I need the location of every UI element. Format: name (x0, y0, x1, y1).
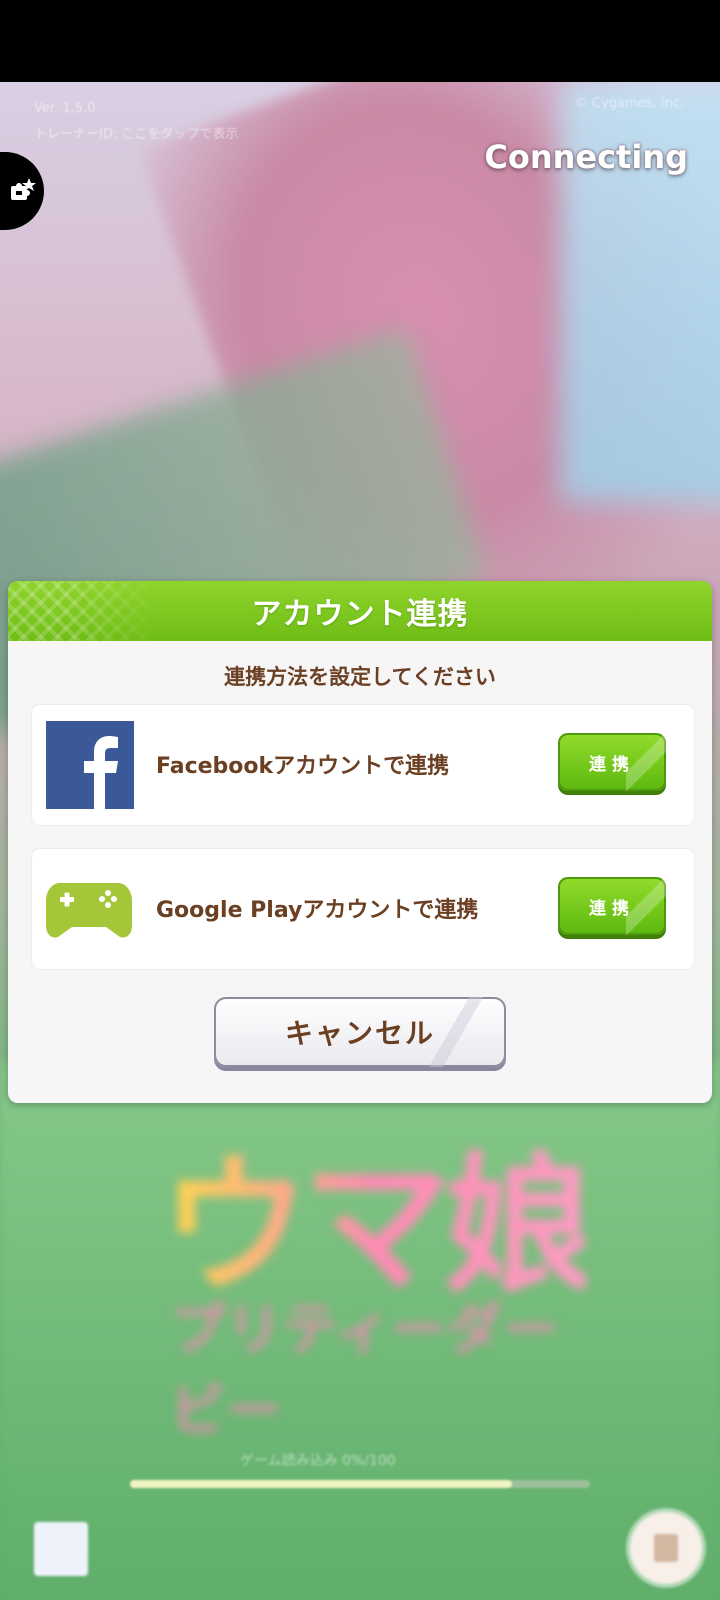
facebook-link-label: Facebookアカウントで連携 (156, 754, 450, 779)
menu-button[interactable] (630, 1512, 702, 1584)
dialog-subtitle: 連携方法を設定してください (224, 665, 496, 689)
account-link-dialog: アカウント連携 連携方法を設定してください Facebookアカウントで連携 連… (8, 581, 712, 1103)
facebook-link-option: Facebookアカウントで連携 連携 (32, 705, 694, 825)
connection-status: Connecting (484, 138, 688, 176)
cancel-button[interactable]: キャンセル (214, 997, 506, 1067)
corner-logo-icon[interactable] (34, 1522, 88, 1576)
facebook-link-button[interactable]: 連携 (558, 733, 666, 791)
copyright-text: © Cygames, Inc. (574, 96, 684, 111)
status-bar (0, 0, 720, 82)
trainer-id-hint[interactable]: トレーナーID: ここをタップで表示 (34, 122, 238, 148)
google-play-link-button[interactable]: 連携 (558, 877, 666, 935)
google-play-link-label: Google Playアカウントで連携 (156, 898, 479, 923)
dialog-title: アカウント連携 (251, 597, 469, 632)
logo-sub-text: プリティーダービー (170, 1298, 559, 1444)
loading-progress-bar (130, 1480, 590, 1488)
google-play-link-option: Google Playアカウントで連携 連携 (32, 849, 694, 969)
puzzle-star-icon (11, 178, 36, 200)
loading-label: ゲーム読み込み 0%/100 (240, 1453, 396, 1469)
game-logo: ウマ娘 プリティーダービー (130, 1105, 594, 1444)
version-text: Ver. 1.5.0 (34, 101, 96, 116)
version-info: Ver. 1.5.0 トレーナーID: ここをタップで表示 (34, 96, 238, 148)
loading-progress-fill (130, 1480, 512, 1488)
header-pattern (8, 581, 158, 641)
dialog-header: アカウント連携 (8, 581, 712, 641)
gamepad-icon (46, 883, 132, 938)
facebook-icon (46, 721, 134, 809)
